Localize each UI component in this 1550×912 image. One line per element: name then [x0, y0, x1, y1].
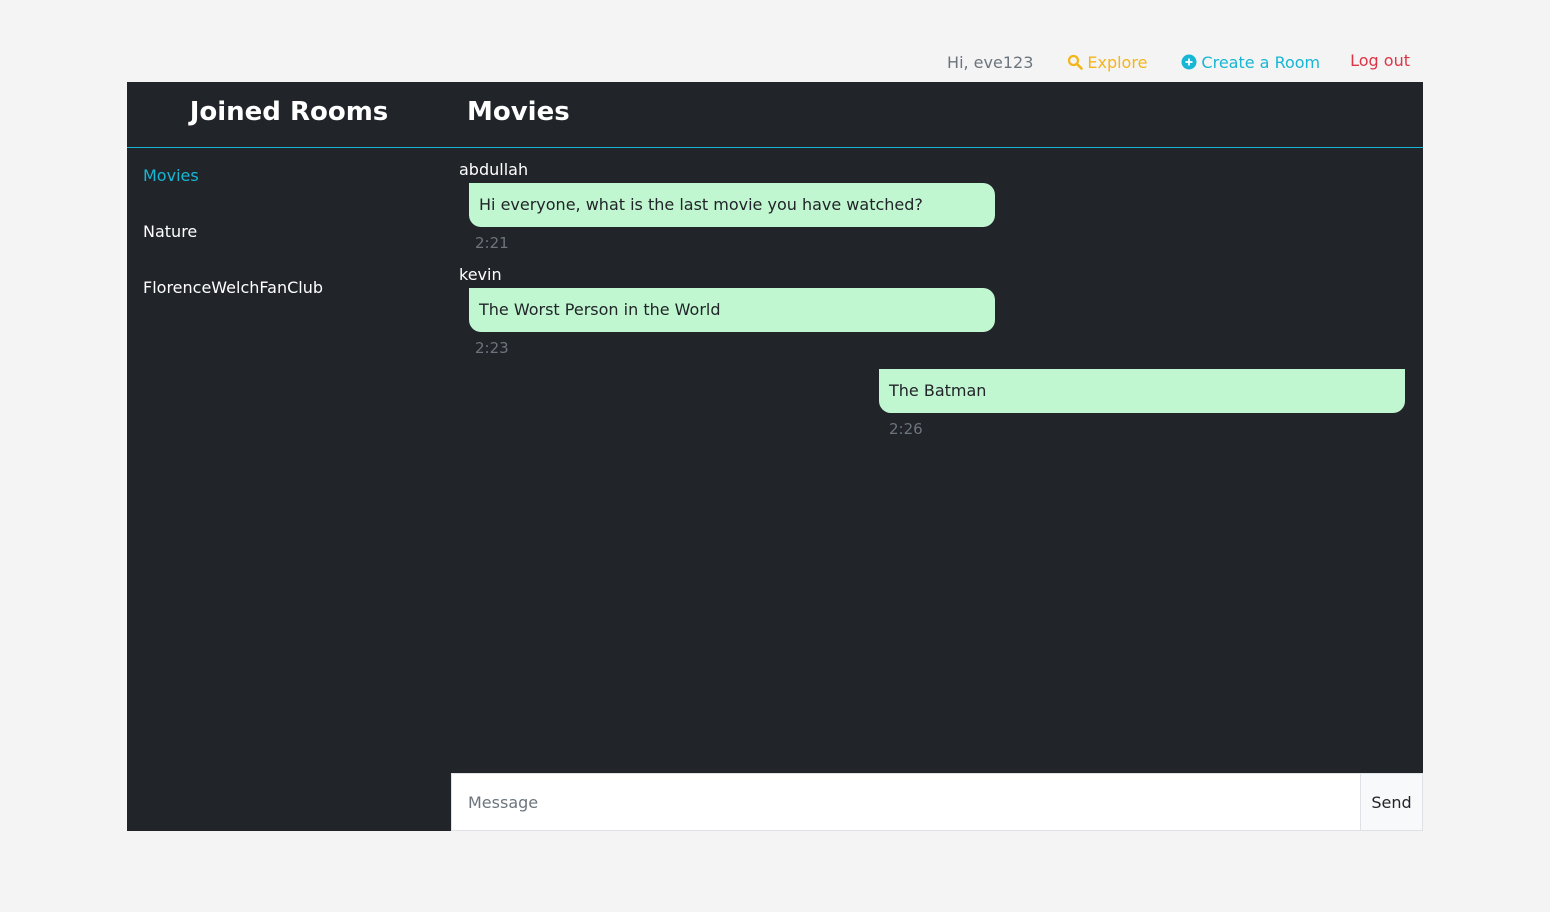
message-input[interactable]: [452, 774, 1360, 830]
message-time: 2:23: [475, 339, 509, 357]
plus-circle-icon: [1181, 54, 1197, 70]
message-bubble: Hi everyone, what is the last movie you …: [469, 183, 995, 227]
sidebar-room-florencewelchfanclub[interactable]: FlorenceWelchFanClub: [127, 261, 451, 317]
sidebar-room-nature[interactable]: Nature: [127, 205, 451, 261]
room-title: Movies: [467, 97, 570, 127]
message-time: 2:21: [475, 234, 509, 252]
top-navbar: Hi, eve123 Explore Create a Room Log out: [947, 44, 1410, 78]
own-message-bubble: The Batman: [879, 369, 1405, 413]
send-button[interactable]: Send: [1360, 774, 1422, 830]
explore-label: Explore: [1087, 52, 1148, 72]
user-greeting: Hi, eve123: [947, 52, 1034, 72]
sidebar-room-movies[interactable]: Movies: [127, 149, 451, 205]
chat-app: Joined Rooms Movies Movies Nature Floren…: [127, 82, 1423, 831]
rooms-sidebar: Movies Nature FlorenceWelchFanClub: [127, 149, 451, 831]
joined-rooms-title: Joined Rooms: [189, 97, 389, 127]
message-author: kevin: [459, 265, 502, 284]
message-composer: Send: [451, 773, 1423, 831]
message-time: 2:26: [889, 420, 923, 438]
message-bubble: The Worst Person in the World: [469, 288, 995, 332]
message-list: abdullah Hi everyone, what is the last m…: [451, 149, 1423, 831]
app-header: Joined Rooms Movies: [127, 82, 1423, 148]
message-author: abdullah: [459, 160, 529, 179]
logout-link[interactable]: Log out: [1350, 51, 1410, 70]
create-room-link[interactable]: Create a Room: [1181, 53, 1320, 72]
create-room-label: Create a Room: [1201, 52, 1321, 72]
explore-link[interactable]: Explore: [1067, 53, 1147, 72]
search-icon: [1067, 54, 1084, 70]
